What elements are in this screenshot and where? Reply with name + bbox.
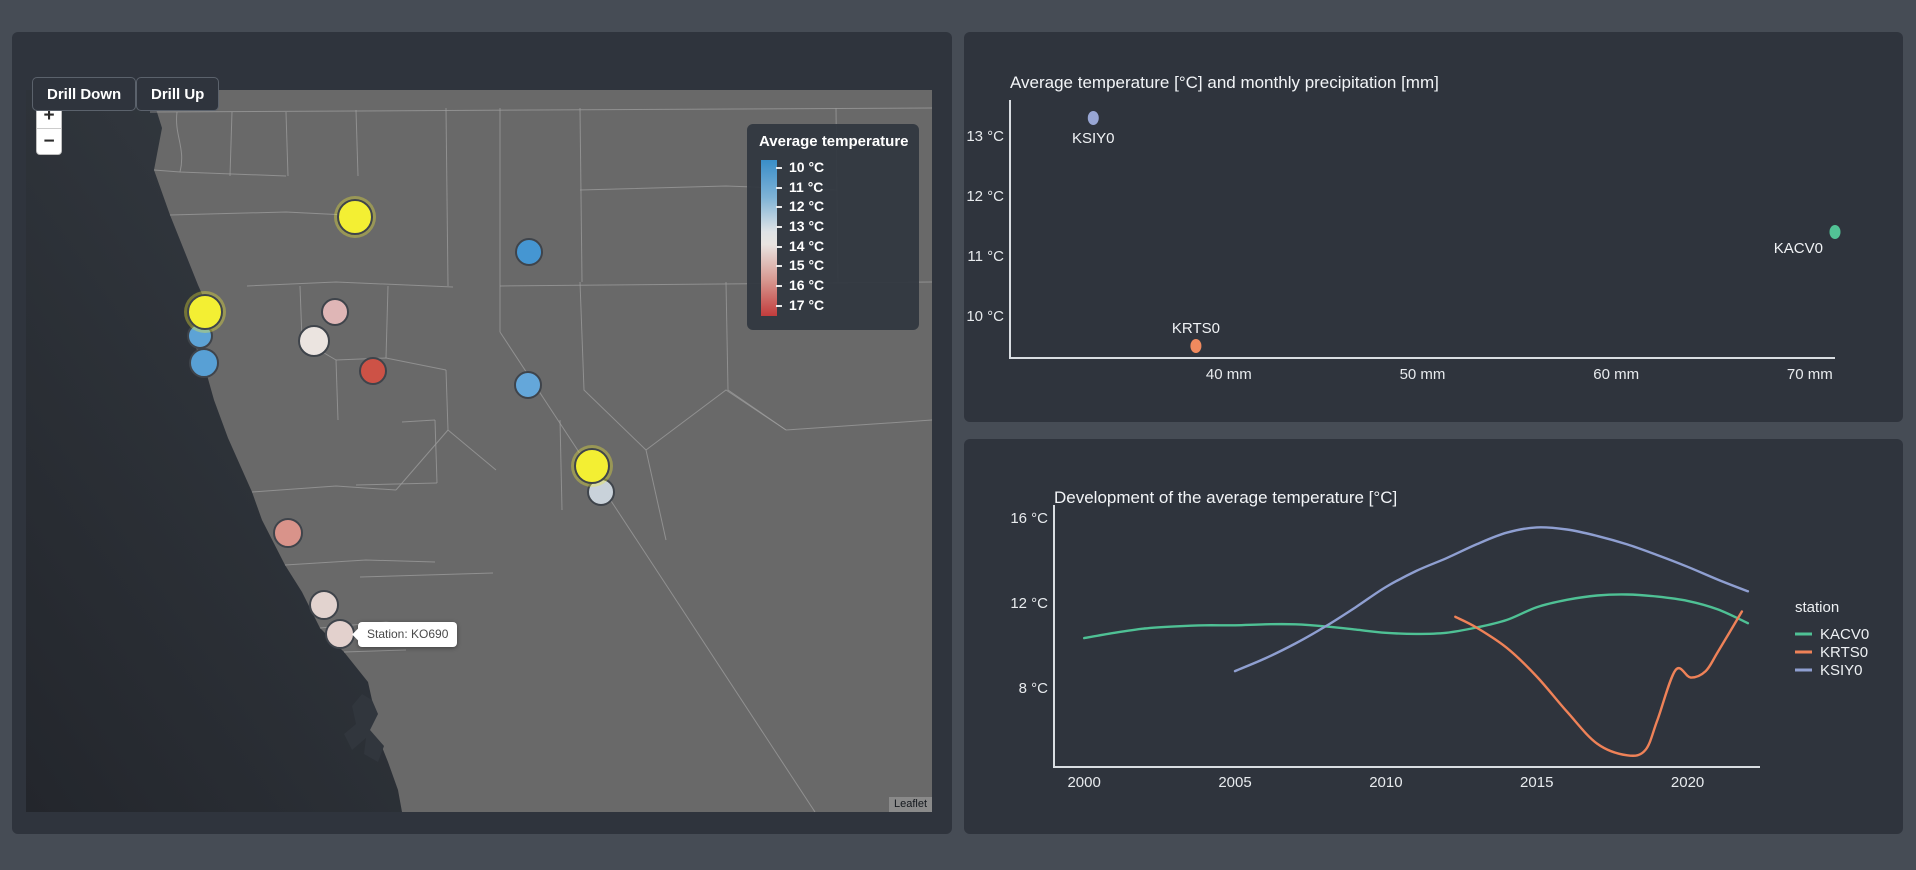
line-x-tick-label: 2010 (1369, 774, 1402, 791)
scatter-chart: Average temperature [°C] and monthly pre… (964, 32, 1903, 422)
legend-title: Average temperature (759, 133, 909, 150)
station-marker[interactable] (575, 449, 609, 483)
scatter-point[interactable] (1190, 339, 1201, 353)
scatter-y-tick-label: 12 °C (966, 188, 1004, 205)
series-line-KACV0 (1084, 594, 1748, 638)
legend-gradient-bar (761, 160, 777, 316)
legend-label: 17 °C (789, 296, 824, 316)
map-panel: Drill Down Drill Up (12, 32, 952, 834)
scatter-x-tick-label: 60 mm (1593, 366, 1639, 383)
station-marker[interactable] (188, 295, 222, 329)
scatter-point[interactable] (1088, 111, 1099, 125)
legend-label: 10 °C (789, 158, 824, 178)
line-y-tick-label: 8 °C (1019, 680, 1049, 697)
legend-label: 11 °C (789, 178, 824, 198)
scatter-y-tick-label: 10 °C (966, 308, 1004, 325)
station-marker[interactable] (310, 591, 338, 619)
legend-entry-label: KSIY0 (1820, 662, 1863, 679)
legend-entry-KSIY0[interactable]: KSIY0 (1795, 662, 1863, 679)
series-line-KRTS0 (1455, 612, 1742, 756)
scatter-y-tick-label: 11 °C (967, 248, 1004, 265)
line-x-tick-label: 2015 (1520, 774, 1553, 791)
station-marker[interactable] (274, 519, 302, 547)
scatter-point-label: KACV0 (1774, 240, 1823, 257)
scatter-title: Average temperature [°C] and monthly pre… (1010, 73, 1439, 92)
scatter-panel: Average temperature [°C] and monthly pre… (964, 32, 1903, 422)
line-chart-panel: Development of the average temperature [… (964, 439, 1903, 834)
station-marker[interactable] (338, 200, 372, 234)
map[interactable]: + − Average temperature 10 °C11 °C12 °C1… (26, 90, 932, 812)
scatter-x-tick-label: 50 mm (1400, 366, 1446, 383)
scatter-point[interactable] (1830, 225, 1841, 239)
line-x-tick-label: 2000 (1067, 774, 1100, 791)
station-marker[interactable] (322, 299, 348, 325)
legend-label: 14 °C (789, 237, 824, 257)
dashboard: Drill Down Drill Up (0, 0, 1916, 870)
legend-label: 15 °C (789, 256, 824, 276)
legend-entry-label: KACV0 (1820, 626, 1869, 643)
legend-label: 12 °C (789, 197, 824, 217)
station-marker[interactable] (190, 349, 218, 377)
legend-label: 13 °C (789, 217, 824, 237)
line-chart-title: Development of the average temperature [… (1054, 488, 1397, 507)
scatter-axes (1010, 100, 1835, 358)
station-tooltip: Station: KO690 (358, 622, 457, 647)
station-marker[interactable] (299, 326, 329, 356)
line-legend-title: station (1795, 599, 1839, 616)
legend-label: 16 °C (789, 276, 824, 296)
zoom-out-button[interactable]: − (37, 129, 61, 154)
line-chart: Development of the average temperature [… (964, 439, 1903, 834)
temperature-legend: Average temperature 10 °C11 °C12 °C13 °C… (747, 124, 919, 330)
scatter-point-label: KRTS0 (1172, 320, 1220, 337)
drill-up-button[interactable]: Drill Up (136, 77, 219, 111)
station-marker[interactable] (360, 358, 386, 384)
station-marker[interactable] (326, 620, 354, 648)
station-marker[interactable] (516, 239, 542, 265)
scatter-point-label: KSIY0 (1072, 130, 1115, 147)
line-y-tick-label: 12 °C (1010, 595, 1048, 612)
legend-entry-KRTS0[interactable]: KRTS0 (1795, 644, 1868, 661)
scatter-y-tick-label: 13 °C (966, 128, 1004, 145)
legend-labels: 10 °C11 °C12 °C13 °C14 °C15 °C16 °C17 °C (789, 158, 824, 316)
line-x-tick-label: 2020 (1671, 774, 1704, 791)
drill-down-button[interactable]: Drill Down (32, 77, 136, 111)
legend-entry-label: KRTS0 (1820, 644, 1868, 661)
station-marker[interactable] (515, 372, 541, 398)
scatter-x-tick-label: 40 mm (1206, 366, 1252, 383)
line-x-tick-label: 2005 (1218, 774, 1251, 791)
line-y-tick-label: 16 °C (1010, 510, 1048, 527)
legend-entry-KACV0[interactable]: KACV0 (1795, 626, 1869, 643)
scatter-x-tick-label: 70 mm (1787, 366, 1833, 383)
leaflet-attribution[interactable]: Leaflet (889, 797, 932, 812)
